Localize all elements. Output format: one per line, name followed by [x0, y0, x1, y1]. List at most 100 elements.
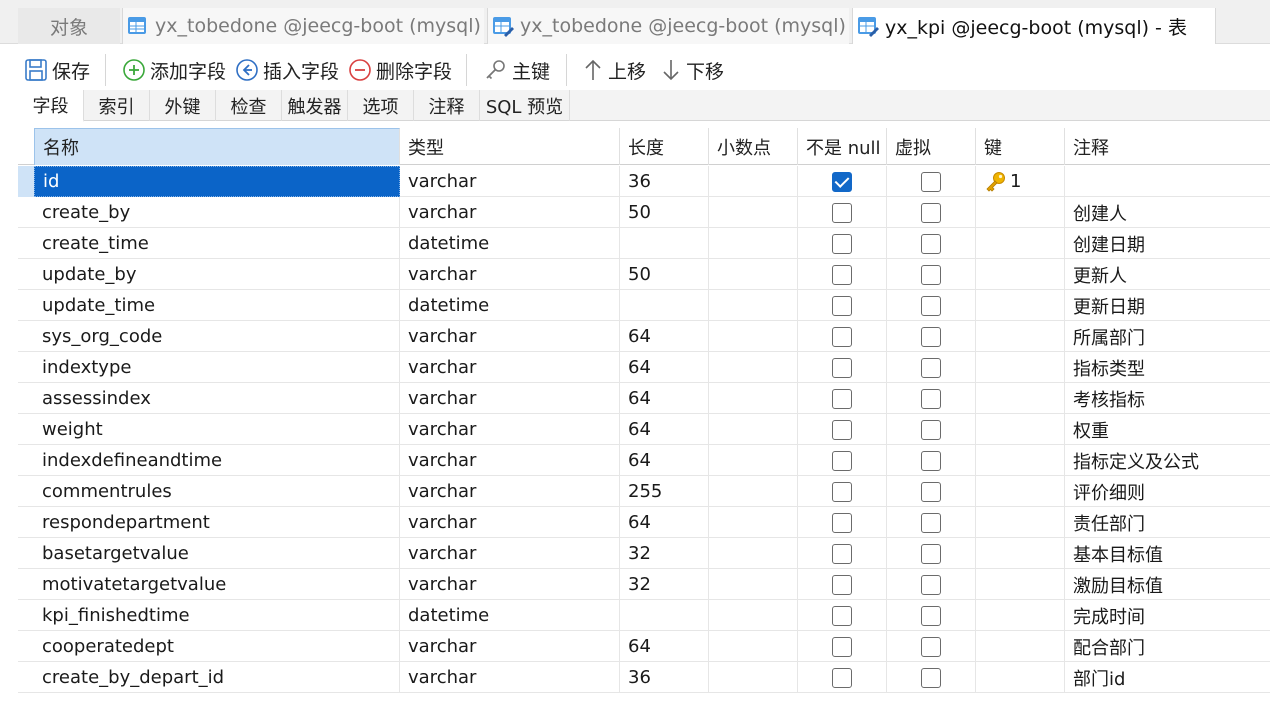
field-type-cell[interactable]: varchar: [400, 166, 620, 197]
column-header-decimals[interactable]: 小数点: [709, 128, 798, 165]
field-type-cell[interactable]: varchar: [400, 569, 620, 600]
not-null-checkbox[interactable]: [832, 172, 852, 192]
field-key-cell[interactable]: [976, 600, 1065, 631]
field-key-cell[interactable]: [976, 197, 1065, 228]
field-key-cell[interactable]: 1: [976, 166, 1065, 197]
field-name-cell[interactable]: motivatetargetvalue: [34, 569, 400, 600]
field-name-cell[interactable]: basetargetvalue: [34, 538, 400, 569]
table-row[interactable]: motivatetargetvalue varchar 32 激励目标值: [18, 569, 1270, 600]
column-header-length[interactable]: 长度: [620, 128, 709, 165]
virtual-checkbox[interactable]: [921, 637, 941, 657]
field-type-cell[interactable]: varchar: [400, 383, 620, 414]
not-null-checkbox[interactable]: [832, 296, 852, 316]
field-key-cell[interactable]: [976, 445, 1065, 476]
not-null-checkbox[interactable]: [832, 637, 852, 657]
row-selector[interactable]: [18, 538, 34, 569]
virtual-checkbox[interactable]: [921, 451, 941, 471]
row-selector[interactable]: [18, 228, 34, 259]
field-name-cell[interactable]: respondepartment: [34, 507, 400, 538]
field-type-cell[interactable]: varchar: [400, 197, 620, 228]
virtual-checkbox[interactable]: [921, 265, 941, 285]
not-null-checkbox[interactable]: [832, 606, 852, 626]
row-selector[interactable]: [18, 321, 34, 352]
field-decimals-cell[interactable]: [709, 569, 798, 600]
table-row[interactable]: respondepartment varchar 64 责任部门: [18, 507, 1270, 538]
row-selector[interactable]: [18, 352, 34, 383]
field-name-cell[interactable]: create_time: [34, 228, 400, 259]
tab-sql-preview[interactable]: SQL 预览: [480, 90, 570, 121]
field-decimals-cell[interactable]: [709, 476, 798, 507]
tab-indexes[interactable]: 索引: [84, 90, 150, 121]
tab-checks[interactable]: 检查: [216, 90, 282, 121]
field-length-cell[interactable]: [620, 600, 709, 631]
field-comment-cell[interactable]: 创建日期: [1065, 228, 1270, 259]
field-decimals-cell[interactable]: [709, 321, 798, 352]
table-row[interactable]: create_by varchar 50 创建人: [18, 197, 1270, 228]
field-type-cell[interactable]: varchar: [400, 538, 620, 569]
field-key-cell[interactable]: [976, 352, 1065, 383]
field-length-cell[interactable]: 64: [620, 352, 709, 383]
table-row[interactable]: kpi_finishedtime datetime 完成时间: [18, 600, 1270, 631]
field-length-cell[interactable]: 36: [620, 166, 709, 197]
field-length-cell[interactable]: [620, 228, 709, 259]
field-type-cell[interactable]: varchar: [400, 445, 620, 476]
virtual-checkbox[interactable]: [921, 203, 941, 223]
move-down-button[interactable]: 下移: [660, 56, 724, 84]
tab-triggers[interactable]: 触发器: [282, 90, 348, 121]
field-comment-cell[interactable]: 完成时间: [1065, 600, 1270, 631]
not-null-checkbox[interactable]: [832, 513, 852, 533]
field-comment-cell[interactable]: 评价细则: [1065, 476, 1270, 507]
not-null-checkbox[interactable]: [832, 451, 852, 471]
table-row[interactable]: update_by varchar 50 更新人: [18, 259, 1270, 290]
field-decimals-cell[interactable]: [709, 352, 798, 383]
field-name-cell[interactable]: kpi_finishedtime: [34, 600, 400, 631]
table-row[interactable]: indextype varchar 64 指标类型: [18, 352, 1270, 383]
field-type-cell[interactable]: datetime: [400, 228, 620, 259]
not-null-checkbox[interactable]: [832, 389, 852, 409]
field-decimals-cell[interactable]: [709, 414, 798, 445]
field-length-cell[interactable]: 64: [620, 383, 709, 414]
field-key-cell[interactable]: [976, 383, 1065, 414]
field-decimals-cell[interactable]: [709, 662, 798, 693]
field-decimals-cell[interactable]: [709, 228, 798, 259]
column-header-key[interactable]: 键: [976, 128, 1065, 165]
row-selector[interactable]: [18, 445, 34, 476]
field-key-cell[interactable]: [976, 507, 1065, 538]
not-null-checkbox[interactable]: [832, 265, 852, 285]
save-button[interactable]: 保存: [24, 56, 90, 84]
row-selector[interactable]: [18, 569, 34, 600]
virtual-checkbox[interactable]: [921, 327, 941, 347]
row-selector[interactable]: [18, 166, 34, 197]
field-decimals-cell[interactable]: [709, 259, 798, 290]
row-selector[interactable]: [18, 290, 34, 321]
table-row[interactable]: id varchar 36 1: [18, 166, 1270, 197]
tab-yx-tobedone-2[interactable]: yx_tobedone @jeecg-boot (mysql) -...: [487, 8, 849, 44]
virtual-checkbox[interactable]: [921, 668, 941, 688]
tab-fields[interactable]: 字段: [18, 90, 84, 122]
table-row[interactable]: indexdefineandtime varchar 64 指标定义及公式: [18, 445, 1270, 476]
field-comment-cell[interactable]: 更新人: [1065, 259, 1270, 290]
field-name-cell[interactable]: create_by_depart_id: [34, 662, 400, 693]
field-decimals-cell[interactable]: [709, 445, 798, 476]
field-length-cell[interactable]: 255: [620, 476, 709, 507]
field-type-cell[interactable]: varchar: [400, 662, 620, 693]
virtual-checkbox[interactable]: [921, 544, 941, 564]
field-decimals-cell[interactable]: [709, 507, 798, 538]
column-header-comment[interactable]: 注释: [1065, 128, 1270, 165]
field-length-cell[interactable]: 32: [620, 569, 709, 600]
field-key-cell[interactable]: [976, 569, 1065, 600]
field-name-cell[interactable]: id: [34, 166, 400, 197]
field-type-cell[interactable]: varchar: [400, 352, 620, 383]
not-null-checkbox[interactable]: [832, 203, 852, 223]
field-type-cell[interactable]: varchar: [400, 321, 620, 352]
field-key-cell[interactable]: [976, 228, 1065, 259]
delete-field-button[interactable]: 删除字段: [348, 56, 452, 84]
field-decimals-cell[interactable]: [709, 197, 798, 228]
field-comment-cell[interactable]: 考核指标: [1065, 383, 1270, 414]
not-null-checkbox[interactable]: [832, 544, 852, 564]
field-comment-cell[interactable]: 指标类型: [1065, 352, 1270, 383]
field-comment-cell[interactable]: 更新日期: [1065, 290, 1270, 321]
field-comment-cell[interactable]: 创建人: [1065, 197, 1270, 228]
column-header-name[interactable]: 名称: [34, 128, 400, 165]
not-null-checkbox[interactable]: [832, 234, 852, 254]
